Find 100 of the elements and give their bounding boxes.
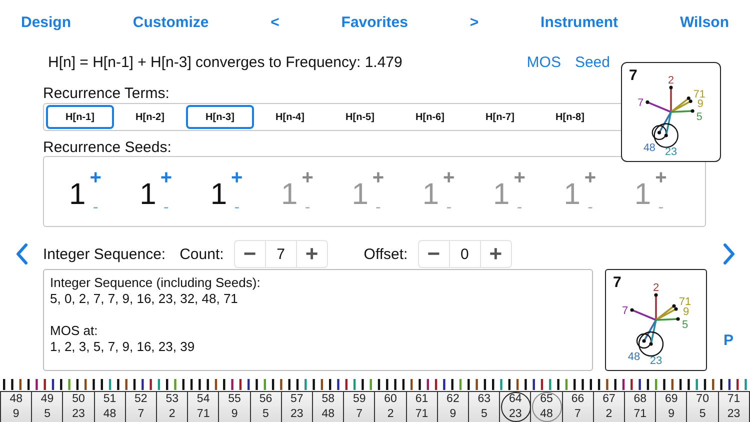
increment-button[interactable]: + [514, 168, 526, 188]
spoke-end-dot [676, 317, 680, 321]
key-label: 23 [72, 407, 85, 422]
piano-key[interactable]: 62 9 [438, 391, 470, 422]
key-label: 9 [231, 407, 238, 422]
spoke-label: 9 [697, 98, 704, 110]
nav-link[interactable]: < [270, 14, 280, 30]
nav-link[interactable]: Wilson [680, 14, 729, 30]
spoke-end-dot [669, 86, 673, 90]
decrement-button[interactable]: − [234, 241, 265, 267]
piano-key[interactable]: 60 2 [375, 391, 407, 422]
piano-key[interactable]: 53 2 [157, 391, 188, 422]
key-number: 59 [352, 392, 366, 407]
piano-key[interactable]: 54 71 [188, 391, 220, 422]
piano-key[interactable]: 61 71 [406, 391, 438, 422]
nav-link[interactable]: Design [21, 14, 72, 30]
stepper-value: 0 [448, 241, 481, 267]
spoke-end-dot [646, 100, 650, 104]
piano-key[interactable]: 63 5 [469, 391, 500, 422]
output-line: Integer Sequence (including Seeds): [50, 275, 262, 291]
piano-key[interactable]: 59 7 [344, 391, 376, 422]
term-button[interactable]: H[n-5] [326, 105, 394, 129]
spoke-label: 7 [638, 97, 644, 110]
output-line: 1, 2, 3, 5, 7, 9, 16, 23, 39 [50, 339, 196, 355]
piano-key[interactable]: 64 23 [500, 391, 532, 422]
key-label: 71 [196, 407, 210, 422]
term-button[interactable]: H[n-1] [46, 105, 114, 129]
decrement-button[interactable]: − [418, 241, 449, 267]
piano-key[interactable]: 51 48 [94, 391, 126, 422]
piano-key[interactable]: 67 2 [594, 391, 626, 422]
piano-key[interactable]: 48 9 [0, 391, 32, 422]
key-label: 9 [12, 407, 20, 422]
chevron-left-icon[interactable] [14, 243, 28, 265]
p-button[interactable]: P [723, 332, 734, 349]
increment-button[interactable]: + [90, 168, 102, 188]
key-number: 50 [72, 392, 85, 407]
spoke-label: 48 [628, 351, 640, 363]
piano-key[interactable]: 71 23 [718, 391, 750, 422]
seed-value: 1 [564, 178, 580, 212]
text-link[interactable]: Seed [574, 54, 610, 70]
seed-value: 1 [422, 178, 440, 212]
increment-button[interactable]: + [296, 241, 327, 267]
piano-key[interactable]: 68 71 [625, 391, 656, 422]
increment-button[interactable]: + [231, 168, 243, 188]
key-label: 71 [634, 407, 647, 422]
key-number: 58 [322, 392, 335, 407]
term-button[interactable]: H[n-6] [396, 105, 464, 129]
piano-key[interactable]: 58 48 [313, 391, 344, 422]
piano-key[interactable]: 70 5 [687, 391, 719, 422]
piano-key[interactable]: 56 5 [250, 391, 282, 422]
spoke-label: 5 [696, 110, 702, 123]
key-number: 68 [634, 392, 647, 407]
key-number: 53 [166, 392, 179, 407]
key-number: 54 [196, 392, 210, 407]
key-number: 69 [664, 392, 678, 407]
term-button[interactable]: H[n-4] [256, 105, 324, 129]
key-label: 5 [699, 407, 706, 422]
seed-value: 1 [493, 178, 510, 212]
key-label: 7 [356, 407, 363, 422]
seed-value: 1 [140, 178, 156, 212]
diagram-title: 7 [613, 274, 622, 291]
nav-link[interactable]: > [470, 14, 479, 30]
key-label: 5 [480, 407, 488, 422]
piano-key[interactable]: 57 23 [282, 391, 314, 422]
piano-key[interactable]: 52 7 [126, 391, 158, 422]
key-label: 48 [103, 407, 116, 422]
piano-key[interactable]: 55 9 [219, 391, 251, 422]
term-button[interactable]: H[n-8] [536, 105, 604, 129]
chevron-right-icon[interactable] [722, 243, 736, 265]
nav-link[interactable]: Customize [132, 14, 209, 30]
increment-button[interactable]: + [480, 241, 511, 267]
spoke-label: 23 [650, 355, 662, 367]
key-label: 48 [540, 407, 553, 422]
increment-button[interactable]: + [160, 168, 172, 188]
key-number: 66 [571, 392, 584, 407]
piano-key[interactable]: 49 5 [32, 391, 64, 422]
increment-button[interactable]: + [655, 168, 667, 188]
term-button[interactable]: H[n-2] [116, 105, 184, 129]
key-number: 49 [40, 392, 54, 407]
text-link[interactable]: MOS [526, 54, 561, 70]
nav-link[interactable]: Instrument [540, 14, 618, 30]
spoke-label: 5 [682, 319, 688, 331]
term-button[interactable]: H[n-7] [466, 105, 534, 129]
piano-key[interactable]: 65 48 [531, 391, 563, 422]
key-number: 60 [384, 392, 397, 407]
increment-button[interactable]: + [302, 168, 314, 188]
nav-link[interactable]: Favorites [341, 14, 408, 30]
piano-key[interactable]: 69 9 [656, 391, 688, 422]
key-number: 51 [103, 392, 116, 407]
key-number: 55 [228, 392, 241, 407]
term-button[interactable]: H[n-3] [186, 105, 254, 129]
key-label: 48 [322, 407, 335, 422]
piano-key[interactable]: 66 7 [562, 391, 594, 422]
increment-button[interactable]: + [584, 168, 596, 188]
key-label: 9 [450, 407, 456, 422]
increment-button[interactable]: + [443, 168, 455, 188]
key-label: 7 [574, 407, 581, 422]
piano-key[interactable]: 50 23 [63, 391, 95, 422]
key-number: 63 [478, 392, 491, 407]
increment-button[interactable]: + [372, 168, 384, 188]
